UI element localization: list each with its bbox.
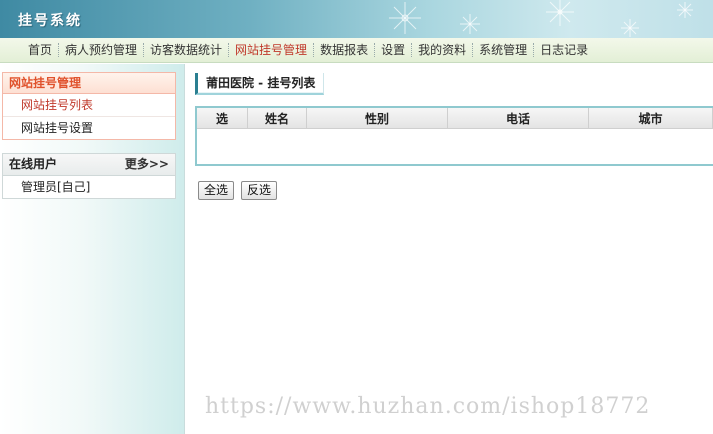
top-nav: 首页 病人预约管理 访客数据统计 网站挂号管理 数据报表 设置 我的资料 系统管… <box>0 38 713 63</box>
nav-item-settings[interactable]: 设置 <box>374 43 411 57</box>
page-title: 莆田医院 - 挂号列表 <box>195 73 325 95</box>
nav-item-my-profile[interactable]: 我的资料 <box>411 43 472 57</box>
header-banner: 挂号系统 <box>0 0 713 38</box>
online-users-title: 在线用户 <box>9 157 58 171</box>
column-header-name[interactable]: 姓名 <box>247 108 307 129</box>
nav-item-reports[interactable]: 数据报表 <box>313 43 374 57</box>
column-header-gender[interactable]: 性别 <box>306 108 448 129</box>
column-header-phone[interactable]: 电话 <box>447 108 589 129</box>
app-logo-title: 挂号系统 <box>18 13 82 29</box>
sidebar-item-registration-list[interactable]: 网站挂号列表 <box>3 94 175 117</box>
nav-item-web-registration[interactable]: 网站挂号管理 <box>228 43 313 57</box>
nav-item-home[interactable]: 首页 <box>22 43 58 57</box>
nav-item-system[interactable]: 系统管理 <box>472 43 533 57</box>
column-header-city[interactable]: 城市 <box>588 108 713 129</box>
sidebar-item-registration-settings[interactable]: 网站挂号设置 <box>3 117 175 139</box>
column-header-select[interactable]: 选 <box>197 108 248 129</box>
sidebar-panel-registration: 网站挂号管理 网站挂号列表 网站挂号设置 <box>2 72 176 140</box>
sidebar: 网站挂号管理 网站挂号列表 网站挂号设置 在线用户 更多>> 管理员[自己] <box>0 64 185 434</box>
nav-item-visitor-stats[interactable]: 访客数据统计 <box>143 43 228 57</box>
sidebar-panel-title: 网站挂号管理 <box>3 73 175 94</box>
registration-table: 选 姓名 性别 电话 城市 <box>195 106 713 166</box>
watermark: https://www.huzhan.com/ishop18772 <box>205 394 651 419</box>
nav-item-appointments[interactable]: 病人预约管理 <box>58 43 143 57</box>
nav-item-logs[interactable]: 日志记录 <box>533 43 594 57</box>
select-all-button[interactable]: 全选 <box>198 181 235 200</box>
online-users-header: 在线用户 更多>> <box>3 154 175 176</box>
more-link[interactable]: 更多>> <box>125 154 169 175</box>
invert-selection-button[interactable]: 反选 <box>241 181 278 200</box>
online-user-item[interactable]: 管理员[自己] <box>3 176 175 198</box>
sidebar-panel-online-users: 在线用户 更多>> 管理员[自己] <box>2 153 176 199</box>
snowflake-decoration <box>389 0 693 37</box>
